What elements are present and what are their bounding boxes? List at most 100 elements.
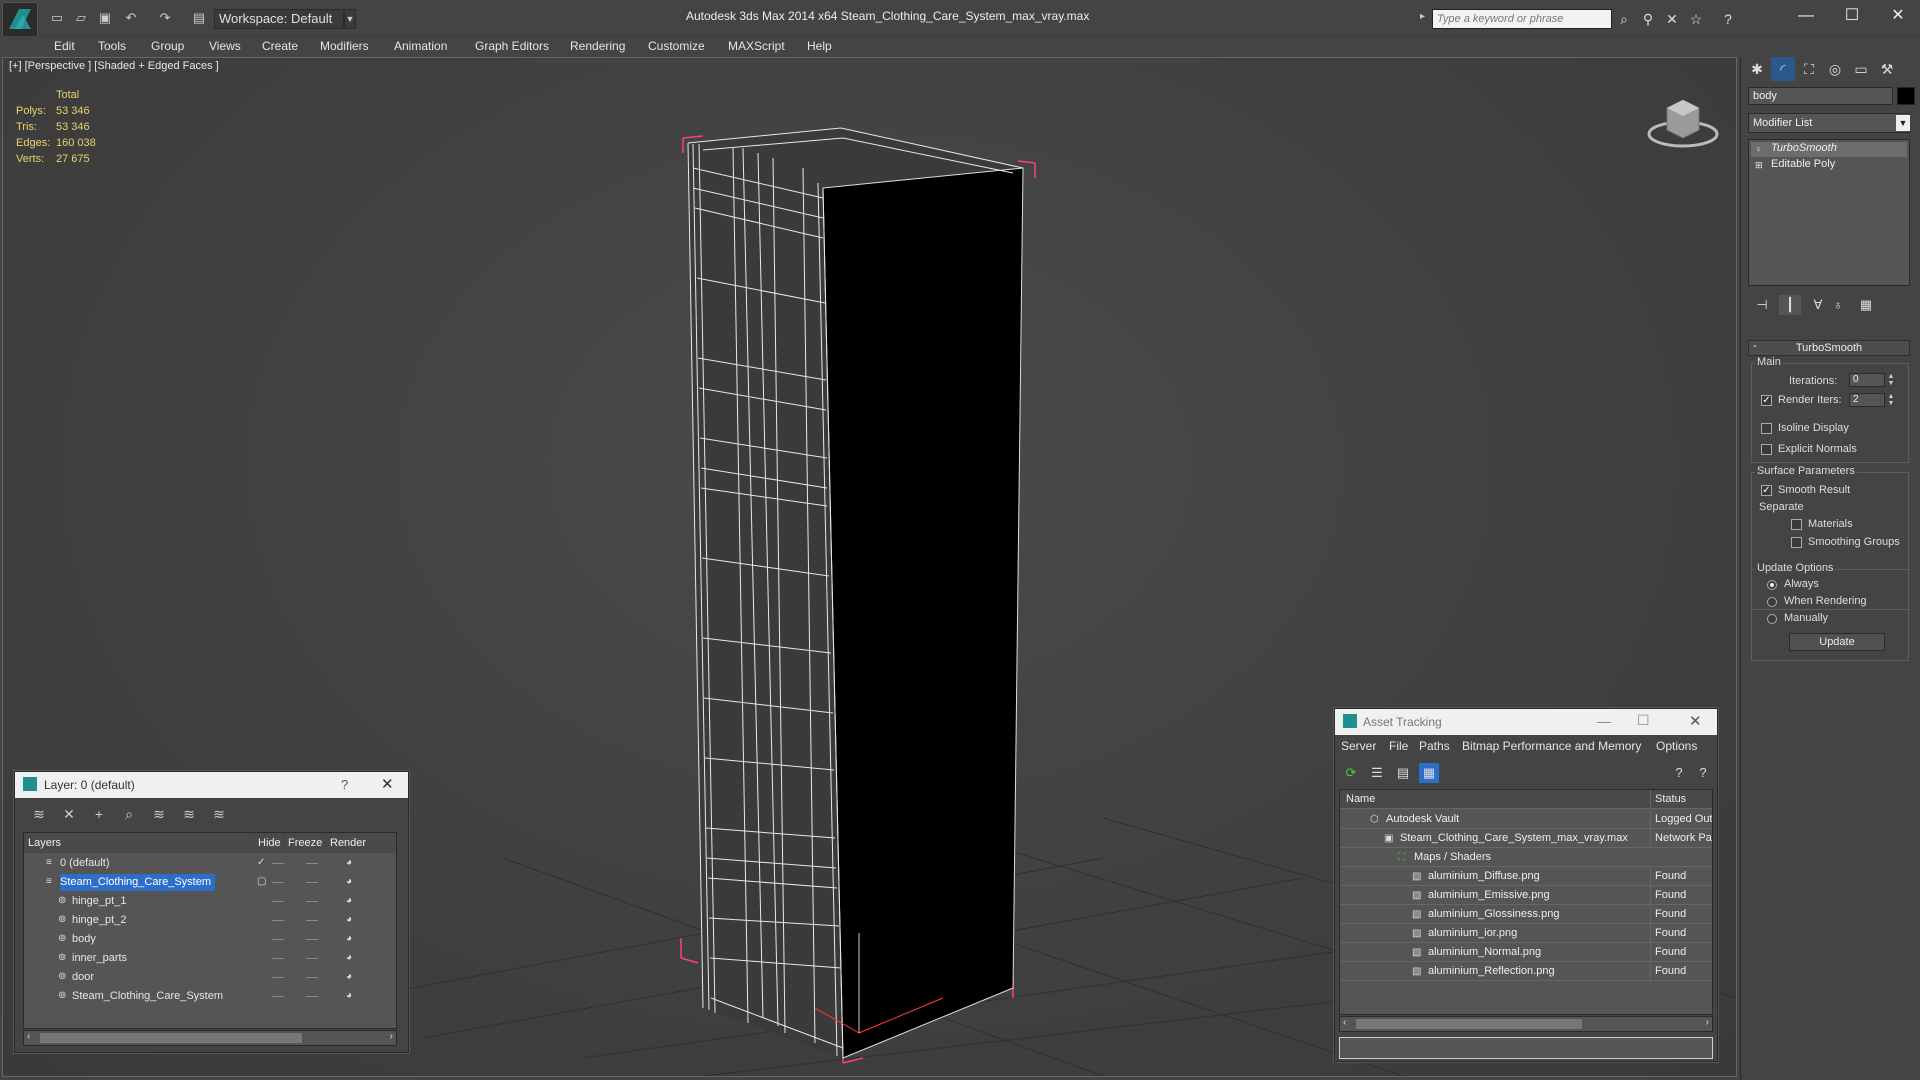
layer-row[interactable]: ≡ Steam_Clothing_Care_System ▢ ◕ <box>24 873 396 892</box>
set-active-icon[interactable]: ▢ <box>257 876 269 888</box>
create-layer-icon[interactable]: ≋ <box>29 804 49 824</box>
undo-icon[interactable]: ↶ <box>122 9 140 27</box>
always-radio[interactable] <box>1767 580 1777 590</box>
workspace-dropdown-icon[interactable]: ▼ <box>344 9 356 29</box>
column-render[interactable]: Render <box>326 833 396 853</box>
hierarchy-tab-icon[interactable]: ⛶ <box>1797 57 1821 81</box>
explicit-normals-checkbox[interactable] <box>1761 444 1772 455</box>
freeze-toggle[interactable] <box>306 863 318 864</box>
asset-row[interactable]: ▧ aluminium_Emissive.png Found <box>1340 886 1712 905</box>
menu-customize[interactable]: Customize <box>648 39 705 53</box>
refresh-icon[interactable]: ⟳ <box>1341 763 1361 783</box>
make-unique-icon[interactable]: ∀ <box>1807 295 1829 315</box>
hide-toggle[interactable] <box>272 882 284 883</box>
redo-icon[interactable]: ↷ <box>156 9 174 27</box>
open-file-icon[interactable]: ▱ <box>72 9 90 27</box>
freeze-toggle[interactable] <box>306 977 318 978</box>
freeze-toggle[interactable] <box>306 920 318 921</box>
layer-row[interactable]: ⊚ body ◕ <box>24 930 396 949</box>
viewcube[interactable] <box>1643 86 1723 156</box>
favorites-star-icon[interactable]: ☆ <box>1686 9 1706 29</box>
render-teapot-icon[interactable]: ◕ <box>346 952 358 964</box>
object-name-field[interactable]: body <box>1748 87 1893 105</box>
remove-modifier-icon[interactable]: ♁ <box>1827 295 1849 315</box>
menu-rendering[interactable]: Rendering <box>570 39 625 53</box>
scrollbar-thumb[interactable] <box>1356 1019 1582 1029</box>
hide-toggle[interactable] <box>272 958 284 959</box>
hide-toggle[interactable] <box>272 901 284 902</box>
show-end-result-icon[interactable]: ┃ <box>1779 295 1801 315</box>
layer-row-name[interactable]: Steam_Clothing_Care_System <box>60 874 216 891</box>
hide-toggle[interactable] <box>272 977 284 978</box>
asset-menu-paths[interactable]: Paths <box>1419 739 1450 753</box>
asset-close-icon[interactable]: ✕ <box>1689 712 1702 730</box>
list-view-icon[interactable]: ☰ <box>1367 763 1387 783</box>
render-iters-spinner[interactable]: 2 <box>1849 393 1885 407</box>
menu-edit[interactable]: Edit <box>54 39 75 53</box>
asset-menu-bitmap-performance[interactable]: Bitmap Performance and Memory <box>1462 739 1641 753</box>
layer-row-name[interactable]: inner_parts <box>72 950 131 967</box>
freeze-toggle[interactable] <box>306 901 318 902</box>
render-teapot-icon[interactable]: ◕ <box>346 971 358 983</box>
layer-row-name[interactable]: hinge_pt_1 <box>72 893 130 910</box>
scroll-left-icon[interactable]: ‹ <box>1343 1017 1346 1028</box>
help-button[interactable]: ? <box>341 777 348 792</box>
render-teapot-icon[interactable]: ◕ <box>346 876 358 888</box>
menu-graph-editors[interactable]: Graph Editors <box>475 39 549 53</box>
bulb-icon[interactable]: ♀ <box>1755 144 1765 154</box>
materials-checkbox[interactable] <box>1791 519 1802 530</box>
freeze-toggle[interactable] <box>306 939 318 940</box>
stack-item-turbosmooth[interactable]: ♀ TurboSmooth <box>1751 142 1907 157</box>
scroll-right-icon[interactable]: › <box>1706 1017 1709 1028</box>
project-folder-icon[interactable]: ▤ <box>190 9 208 27</box>
collapse-minus-icon[interactable]: - <box>1753 340 1757 352</box>
display-tab-icon[interactable]: ▭ <box>1849 57 1873 81</box>
render-iters-checkbox[interactable]: ✓ <box>1761 395 1772 406</box>
binoculars-icon[interactable]: ⌕ <box>1614 9 1634 29</box>
layer-row[interactable]: ≡ 0 (default) ✓ ◕ <box>24 854 396 873</box>
expand-plus-icon[interactable]: ⊞ <box>1755 160 1765 170</box>
save-file-icon[interactable]: ▣ <box>96 9 114 27</box>
render-teapot-icon[interactable]: ◕ <box>346 857 358 869</box>
search-expand-icon[interactable]: ▸ <box>1420 11 1425 22</box>
column-name[interactable]: Name <box>1346 790 1375 808</box>
render-teapot-icon[interactable]: ◕ <box>346 895 358 907</box>
layer-dialog-close-icon[interactable]: ✕ <box>381 775 394 793</box>
communication-icon[interactable]: ✕ <box>1662 9 1682 29</box>
asset-row[interactable]: ▧ aluminium_Reflection.png Found <box>1340 962 1712 981</box>
asset-info-icon[interactable]: ? <box>1693 763 1713 783</box>
modify-tab-icon[interactable]: ◜ <box>1771 57 1795 81</box>
asset-row[interactable]: ▧ aluminium_Diffuse.png Found <box>1340 867 1712 886</box>
smooth-result-checkbox[interactable]: ✓ <box>1761 485 1772 496</box>
layer-row-name[interactable]: body <box>72 931 100 948</box>
workspace-select[interactable]: Workspace: Default <box>214 9 344 29</box>
column-status[interactable]: Status <box>1650 790 1712 808</box>
active-layer-check-icon[interactable]: ✓ <box>257 857 269 869</box>
column-freeze[interactable]: Freeze <box>284 833 326 853</box>
pin-stack-icon[interactable]: ⊣ <box>1751 295 1773 315</box>
maximize-button[interactable]: ☐ <box>1830 4 1874 28</box>
layer-row-name[interactable]: hinge_pt_2 <box>72 912 130 929</box>
menu-create[interactable]: Create <box>262 39 298 53</box>
iterations-spinner[interactable]: 0 <box>1849 373 1885 387</box>
select-objects-icon[interactable]: ⌕ <box>119 804 139 824</box>
hide-toggle[interactable] <box>272 920 284 921</box>
spinner-arrows-icon[interactable]: ▲ ▼ <box>1887 393 1895 407</box>
scrollbar-thumb[interactable] <box>40 1033 302 1043</box>
scroll-right-icon[interactable]: › <box>390 1031 393 1042</box>
asset-row[interactable]: ▣ Steam_Clothing_Care_System_max_vray.max… <box>1340 829 1712 848</box>
layer-row[interactable]: ⊚ door ◕ <box>24 968 396 987</box>
asset-minimize-button[interactable]: — <box>1597 713 1611 729</box>
menu-maxscript[interactable]: MAXScript <box>728 39 785 53</box>
turbosmooth-rollout-header[interactable]: TurboSmooth <box>1748 340 1910 356</box>
asset-row[interactable]: ⛶ Maps / Shaders <box>1340 848 1712 867</box>
asset-row[interactable]: ▧ aluminium_Normal.png Found <box>1340 943 1712 962</box>
menu-modifiers[interactable]: Modifiers <box>320 39 369 53</box>
menu-help[interactable]: Help <box>807 39 832 53</box>
render-teapot-icon[interactable]: ◕ <box>346 990 358 1002</box>
help-icon[interactable]: ? <box>1718 9 1738 29</box>
hide-toggle[interactable] <box>272 939 284 940</box>
render-teapot-icon[interactable]: ◕ <box>346 933 358 945</box>
layer-row-name[interactable]: Steam_Clothing_Care_System <box>72 988 227 1005</box>
asset-menu-server[interactable]: Server <box>1341 739 1376 753</box>
